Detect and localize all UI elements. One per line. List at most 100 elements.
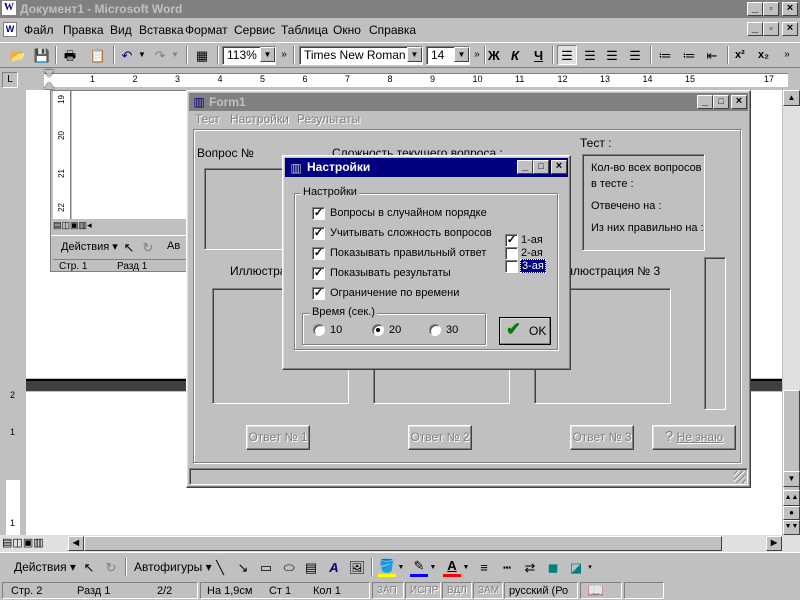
option-show-results-label[interactable]: Показывать результаты: [330, 267, 451, 279]
option-show-answer-label[interactable]: Показывать правильный ответ: [330, 247, 486, 259]
scroll-right-button[interactable]: ▶: [766, 536, 782, 551]
next-page-button[interactable]: ▼▼: [783, 520, 800, 535]
oval-icon[interactable]: ⬭: [281, 558, 297, 576]
settings-maximize-button[interactable]: □: [533, 160, 549, 174]
rectangle-icon[interactable]: ▭: [258, 558, 274, 576]
menu-view[interactable]: Вид: [110, 23, 132, 37]
status-trk[interactable]: ИСПР: [405, 582, 441, 599]
wordart-icon[interactable]: A: [326, 558, 342, 576]
status-ext[interactable]: ВДЛ: [442, 582, 472, 599]
level-2-checkbox[interactable]: [505, 247, 518, 260]
fill-color-icon[interactable]: 🪣: [378, 557, 396, 577]
inner-select-arrow-icon[interactable]: ↖: [123, 239, 135, 255]
line-style-icon[interactable]: ≡: [476, 558, 492, 576]
answer-2-button[interactable]: Ответ № 2: [408, 425, 472, 450]
option-show-results-checkbox[interactable]: ✓: [312, 267, 325, 280]
vertical-scrollbar[interactable]: ▲ ▼ ▲▲ ● ▼▼: [783, 90, 800, 535]
undo-icon[interactable]: ↶: [119, 46, 135, 64]
hscroll-thumb[interactable]: [84, 536, 722, 551]
scroll-left-icon[interactable]: ◂: [87, 220, 92, 230]
time-30-label[interactable]: 30: [446, 324, 458, 336]
normal-view-icon[interactable]: ▤: [2, 537, 12, 549]
toolbar-more-icon[interactable]: »: [781, 46, 793, 64]
settings-dialog[interactable]: ▥ Настройки _ □ × Настройки ✓ Вопросы в …: [282, 155, 571, 370]
select-arrow-icon[interactable]: ↖: [82, 558, 96, 576]
form1-minimize-button[interactable]: _: [697, 95, 713, 109]
print-icon[interactable]: 🖶: [61, 46, 79, 64]
word-app-icon[interactable]: W: [2, 1, 16, 15]
option-random-order-label[interactable]: Вопросы в случайном порядке: [330, 207, 487, 219]
menu-tools[interactable]: Сервис: [234, 23, 275, 37]
hanging-indent-icon[interactable]: [44, 82, 54, 89]
settings-titlebar[interactable]: ▥ Настройки _ □ ×: [285, 158, 568, 177]
print-view-icon[interactable]: ▣: [23, 537, 33, 549]
bold-button[interactable]: Ж: [488, 48, 500, 63]
menu-edit[interactable]: Правка: [63, 23, 104, 37]
word-close-button[interactable]: ×: [782, 2, 798, 16]
line-icon[interactable]: ╲: [212, 558, 228, 576]
form1-maximize-button[interactable]: □: [713, 95, 729, 109]
font-color-icon[interactable]: A: [443, 557, 461, 577]
fill-color-dropdown-icon[interactable]: ▼: [397, 558, 405, 576]
textbox-icon[interactable]: ▤: [303, 558, 319, 576]
form1-app-icon[interactable]: ▥: [191, 94, 207, 110]
web-view-icon[interactable]: ◫: [62, 220, 71, 230]
option-show-answer-checkbox[interactable]: ✓: [312, 247, 325, 260]
view-buttons[interactable]: ▤◫▣▥: [2, 536, 68, 551]
horizontal-scrollbar[interactable]: ▤◫▣▥ ◀ ▶: [0, 535, 800, 552]
form1-titlebar[interactable]: ▥ Form1 _ □ ×: [189, 93, 748, 111]
line-color-dropdown-icon[interactable]: ▼: [429, 558, 437, 576]
horizontal-ruler[interactable]: L 1 2 3 4 5 6 7 8 9 10 11 12 13 14 15 17: [0, 70, 800, 90]
zoom-combo[interactable]: 113% ▼: [222, 46, 276, 65]
open-icon[interactable]: 📂: [9, 46, 27, 64]
superscript-icon[interactable]: x²: [735, 49, 745, 61]
form1-menu-settings[interactable]: Настройки: [230, 112, 289, 126]
menu-format[interactable]: Формат: [185, 23, 228, 37]
level-1-checkbox[interactable]: ✓: [505, 234, 518, 247]
inner-view-buttons[interactable]: ▤◫▣▥◂: [53, 220, 123, 233]
resize-grip-icon[interactable]: [734, 471, 746, 483]
font-combo[interactable]: Times New Roman ▼: [299, 46, 423, 65]
scroll-left-button[interactable]: ◀: [68, 536, 84, 551]
menu-help[interactable]: Справка: [369, 23, 416, 37]
prev-page-button[interactable]: ▲▲: [783, 490, 800, 506]
dont-know-button[interactable]: ? Не знаю: [652, 425, 736, 450]
inner-doc-window[interactable]: 19 20 21 22 ▤◫▣▥◂ Действия ▾ ↖ ↻ Ав Стр.…: [50, 90, 189, 272]
justify-icon[interactable]: ☰: [626, 46, 644, 64]
time-20-label[interactable]: 20: [389, 324, 401, 336]
outline-view-icon[interactable]: ▥: [79, 220, 88, 230]
time-20-radio[interactable]: [372, 324, 384, 336]
settings-close-button[interactable]: ×: [551, 160, 567, 174]
undo-dropdown-icon[interactable]: ▼: [137, 46, 147, 64]
status-rec[interactable]: ЗАП: [372, 582, 404, 599]
ok-button[interactable]: ✔ OK: [499, 317, 551, 345]
time-10-radio[interactable]: [313, 324, 325, 336]
menu-table[interactable]: Таблица: [281, 23, 328, 37]
status-ovr[interactable]: ЗАМ: [473, 582, 503, 599]
bullet-list-icon[interactable]: ≔: [680, 46, 698, 64]
option-random-order-checkbox[interactable]: ✓: [312, 207, 325, 220]
print-view-icon[interactable]: ▣: [70, 220, 79, 230]
word-doc-icon[interactable]: W: [3, 22, 17, 37]
level-2-label[interactable]: 2-ая: [521, 247, 543, 259]
inner-autoshapes-label[interactable]: Ав: [167, 240, 180, 252]
paste-icon[interactable]: 📋: [89, 46, 107, 64]
word-restore-button[interactable]: ▫: [763, 2, 779, 16]
time-30-radio[interactable]: [429, 324, 441, 336]
table-icon[interactable]: ▦: [193, 46, 211, 64]
settings-app-icon[interactable]: ▥: [288, 160, 304, 175]
chevron-down-icon[interactable]: ▼: [454, 47, 469, 62]
save-icon[interactable]: 💾: [33, 46, 51, 64]
scroll-down-button[interactable]: ▼: [783, 471, 800, 487]
font-size-combo[interactable]: 14 ▼: [426, 46, 470, 65]
draw-actions-menu[interactable]: Действия ▾: [14, 560, 76, 574]
status-spelling[interactable]: 📖: [580, 582, 622, 599]
decrease-indent-icon[interactable]: ⇤: [703, 46, 721, 64]
toolbar-more-icon[interactable]: »: [279, 46, 289, 64]
align-left-icon[interactable]: ☰: [557, 45, 577, 65]
font-color-dropdown-icon[interactable]: ▼: [462, 558, 470, 576]
status-language[interactable]: русский (Ро: [504, 582, 578, 599]
menu-insert[interactable]: Вставка: [139, 23, 184, 37]
doc-minimize-button[interactable]: _: [747, 22, 763, 36]
normal-view-icon[interactable]: ▤: [53, 220, 62, 230]
